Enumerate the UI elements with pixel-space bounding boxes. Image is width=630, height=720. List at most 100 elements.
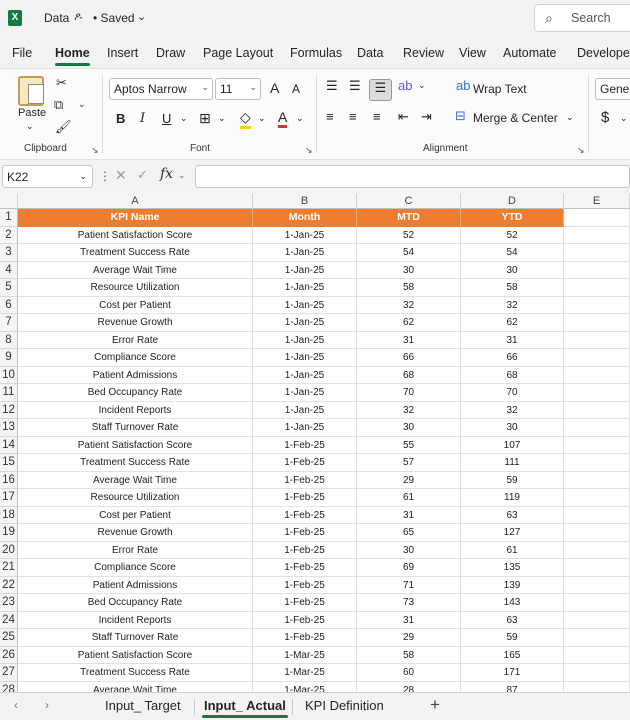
table-cell[interactable] [564,279,630,297]
table-cell[interactable]: 54 [357,244,461,262]
decrease-indent-icon[interactable]: ⇤ [398,109,409,125]
table-cell[interactable]: 32 [357,296,461,314]
table-cell[interactable]: 32 [357,401,461,419]
chevron-down-icon[interactable]: ⌄ [620,113,628,124]
header-cell[interactable]: MTD [357,209,461,227]
table-cell[interactable]: Patient Admissions [18,366,253,384]
save-status[interactable]: • Saved [93,11,135,25]
table-cell[interactable]: Treatment Success Rate [18,244,253,262]
table-cell[interactable]: 30 [461,261,564,279]
table-cell[interactable]: 107 [461,436,564,454]
table-cell[interactable]: 31 [357,506,461,524]
column-header-e[interactable]: E [564,194,630,209]
grow-font-button[interactable]: A [270,80,279,96]
table-cell[interactable]: 1-Mar-25 [253,646,357,664]
table-cell[interactable]: 59 [461,629,564,647]
row-header[interactable]: 3 [0,244,18,262]
table-cell[interactable] [564,681,630,692]
table-cell[interactable] [564,419,630,437]
row-header[interactable]: 1 [0,209,18,227]
row-header[interactable]: 27 [0,664,18,682]
font-launcher-icon[interactable]: ↘ [305,145,313,156]
prev-sheet-icon[interactable]: ‹ [14,698,18,712]
search-placeholder[interactable]: Search [571,11,611,25]
font-name-select[interactable]: Aptos Narrow ⌄ [109,78,213,100]
header-cell[interactable]: Month [253,209,357,227]
table-cell[interactable] [564,436,630,454]
table-cell[interactable]: 63 [461,506,564,524]
chevron-down-icon[interactable]: ⌄ [26,121,34,132]
table-cell[interactable]: 171 [461,664,564,682]
sheet-tab-input-target[interactable]: Input_ Target [105,698,181,713]
table-cell[interactable]: 58 [357,279,461,297]
table-cell[interactable]: 1-Jan-25 [253,331,357,349]
tab-data[interactable]: Data [357,46,383,60]
table-cell[interactable]: Average Wait Time [18,681,253,692]
table-cell[interactable]: 31 [461,331,564,349]
row-header[interactable]: 11 [0,384,18,402]
table-cell[interactable] [564,401,630,419]
table-cell[interactable]: Compliance Score [18,349,253,367]
table-cell[interactable]: 111 [461,454,564,472]
table-cell[interactable]: 61 [461,541,564,559]
tab-file[interactable]: File [12,46,32,60]
table-cell[interactable]: 66 [461,349,564,367]
table-cell[interactable] [564,296,630,314]
table-cell[interactable]: 1-Feb-25 [253,436,357,454]
align-center-icon[interactable]: ≡ [349,109,357,124]
table-cell[interactable] [564,664,630,682]
table-cell[interactable]: 32 [461,296,564,314]
table-cell[interactable]: 87 [461,681,564,692]
tab-draw[interactable]: Draw [156,46,185,60]
table-cell[interactable]: 1-Feb-25 [253,454,357,472]
table-cell[interactable]: Staff Turnover Rate [18,419,253,437]
table-cell[interactable]: Cost per Patient [18,296,253,314]
row-header[interactable]: 18 [0,506,18,524]
insert-function-icon[interactable]: fx [160,166,173,182]
table-cell[interactable]: 57 [357,454,461,472]
table-cell[interactable]: Bed Occupancy Rate [18,594,253,612]
table-cell[interactable] [564,454,630,472]
table-cell[interactable] [564,629,630,647]
row-header[interactable]: 23 [0,594,18,612]
table-cell[interactable]: 1-Feb-25 [253,629,357,647]
table-cell[interactable]: 1-Feb-25 [253,506,357,524]
table-cell[interactable]: Compliance Score [18,559,253,577]
table-cell[interactable]: 1-Feb-25 [253,541,357,559]
row-header[interactable]: 19 [0,524,18,542]
tab-insert[interactable]: Insert [107,46,138,60]
align-left-icon[interactable]: ≡ [326,109,334,124]
table-cell[interactable]: Incident Reports [18,401,253,419]
row-header[interactable]: 12 [0,401,18,419]
table-cell[interactable]: 73 [357,594,461,612]
row-header[interactable]: 2 [0,226,18,244]
table-cell[interactable] [564,226,630,244]
table-cell[interactable]: 1-Jan-25 [253,226,357,244]
align-right-icon[interactable]: ≡ [373,109,381,124]
table-cell[interactable]: 1-Jan-25 [253,384,357,402]
table-cell[interactable]: 1-Feb-25 [253,594,357,612]
table-cell[interactable]: 58 [357,646,461,664]
table-cell[interactable] [564,366,630,384]
table-cell[interactable]: Bed Occupancy Rate [18,384,253,402]
row-header[interactable]: 8 [0,331,18,349]
table-cell[interactable]: 69 [357,559,461,577]
table-cell[interactable]: 30 [357,261,461,279]
table-cell[interactable]: Revenue Growth [18,524,253,542]
table-cell[interactable] [564,209,630,227]
chevron-down-icon[interactable]: ⌄ [296,113,304,124]
table-cell[interactable] [564,524,630,542]
tab-view[interactable]: View [459,46,486,60]
sheet-tab-kpi-definition[interactable]: KPI Definition [305,698,384,713]
table-cell[interactable] [564,611,630,629]
table-cell[interactable]: 30 [461,419,564,437]
chevron-down-icon[interactable]: ⌄ [258,113,266,124]
row-header[interactable]: 21 [0,559,18,577]
table-cell[interactable]: 143 [461,594,564,612]
table-cell[interactable]: 71 [357,576,461,594]
table-cell[interactable]: 68 [461,366,564,384]
tab-automate[interactable]: Automate [503,46,557,60]
row-header[interactable]: 17 [0,489,18,507]
row-header[interactable]: 16 [0,471,18,489]
table-cell[interactable] [564,314,630,332]
